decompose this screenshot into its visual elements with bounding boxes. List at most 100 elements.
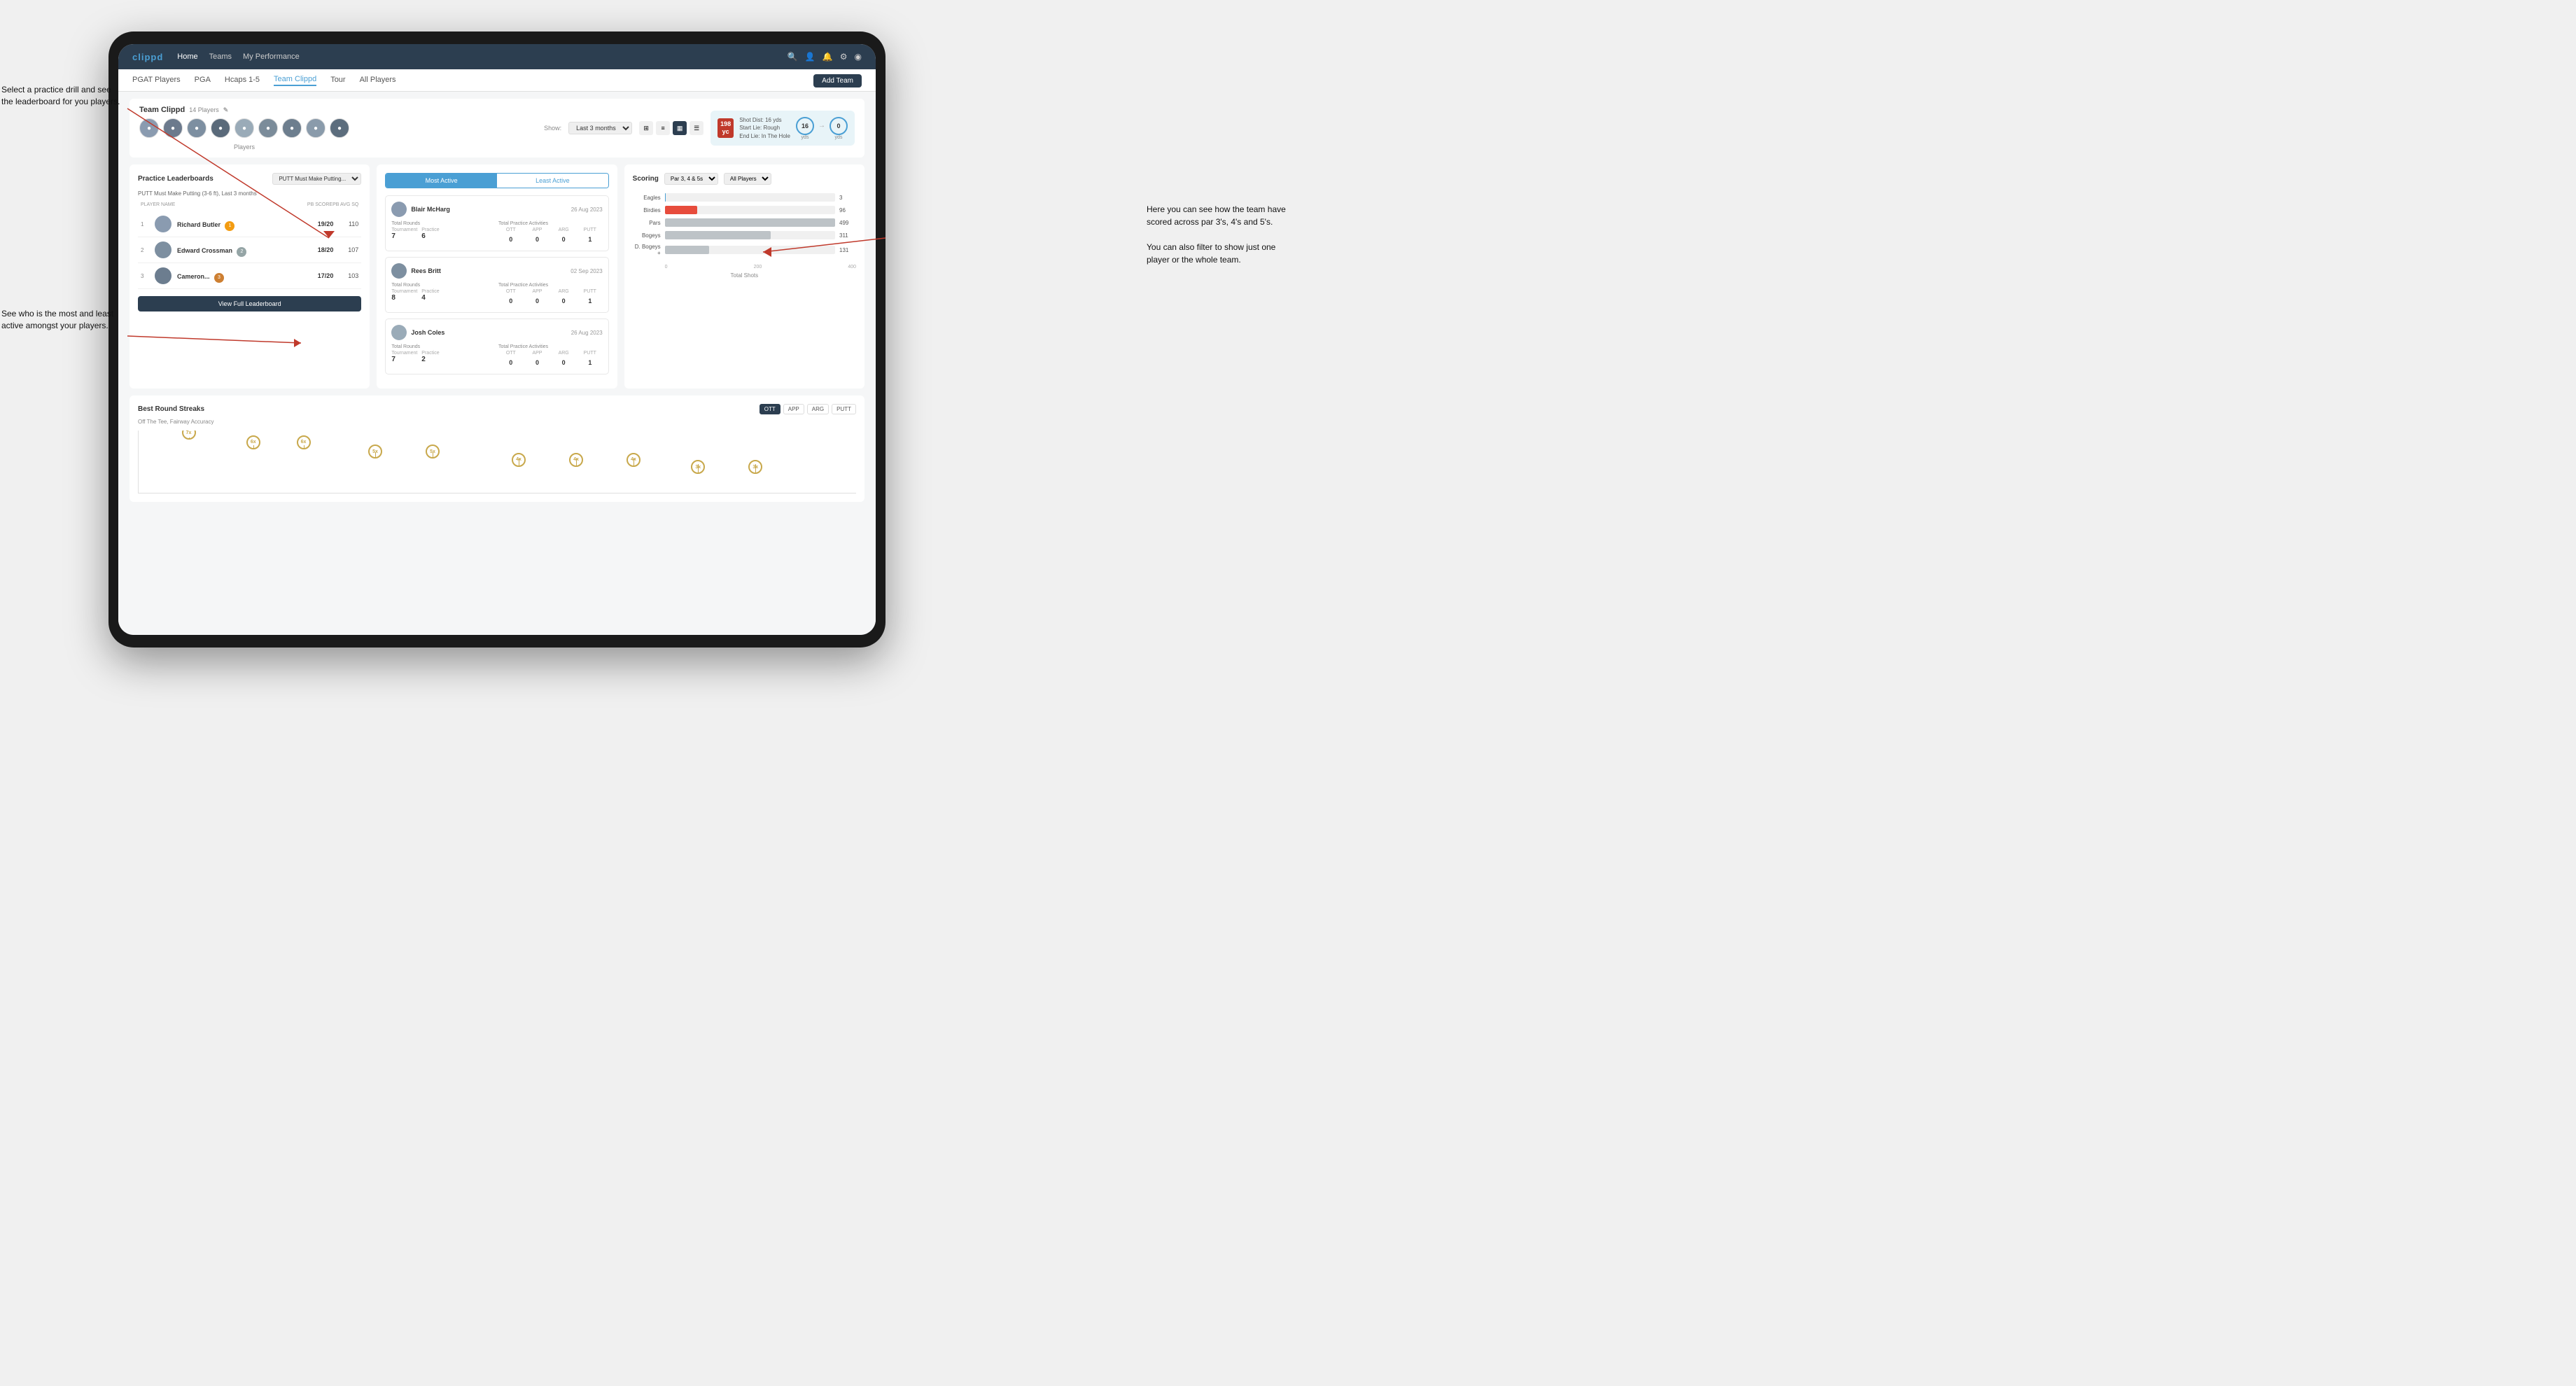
three-col-grid: Practice Leaderboards PUTT Must Make Put… — [130, 164, 864, 388]
practice-activities-group: Total Practice Activities OTT0 APP0 ARG0… — [498, 283, 603, 307]
shot-circle-2: 0 — [830, 117, 848, 135]
lb-rank-badge: 2 — [237, 247, 246, 257]
total-rounds-group: Total Rounds Tournament 7 Practice 6 — [391, 221, 496, 245]
lb-player-name: Edward Crossman — [177, 247, 232, 254]
bar-label: Eagles — [633, 195, 661, 201]
detail-view-icon[interactable]: ☰ — [690, 121, 704, 135]
scoring-filter-1[interactable]: Par 3, 4 & 5s — [664, 173, 718, 185]
activity-tabs: Most Active Least Active — [385, 173, 608, 188]
practice-sub-values: OTT0 APP0 ARG0 PUTT1 — [498, 227, 603, 245]
leaderboard-row: 3 Cameron... 3 17/20 103 — [138, 263, 361, 289]
streaks-tab-app[interactable]: APP — [783, 404, 804, 414]
streak-dot: 6x — [297, 435, 311, 449]
search-icon[interactable]: 🔍 — [788, 52, 798, 62]
activity-card-header: Josh Coles 26 Aug 2023 — [391, 325, 602, 340]
leaderboard-subtitle: PUTT Must Make Putting (3-6 ft), Last 3 … — [138, 190, 361, 197]
card-view-icon[interactable]: ▦ — [673, 121, 687, 135]
lb-score: 18/20 — [311, 246, 333, 253]
stat-values: Tournament 7 Practice 2 — [391, 351, 496, 363]
streaks-tab-putt[interactable]: PUTT — [832, 404, 856, 414]
lb-avg: 103 — [339, 272, 358, 279]
player-avatar-3[interactable]: ● — [187, 118, 206, 138]
bar-label: Bogeys — [633, 232, 661, 239]
streak-dot: 4x — [512, 453, 526, 467]
streak-dot: 5x — [426, 444, 440, 458]
scoring-panel: Scoring Par 3, 4 & 5s All Players Eagles… — [624, 164, 864, 388]
player-avatar-9[interactable]: ● — [330, 118, 349, 138]
bar-track — [665, 206, 835, 214]
list-view-icon[interactable]: ≡ — [656, 121, 670, 135]
streak-dot: 4x — [569, 453, 583, 467]
subnav-pgat[interactable]: PGAT Players — [132, 76, 181, 85]
streak-line — [375, 452, 376, 458]
player-avatar-8[interactable]: ● — [306, 118, 326, 138]
show-select[interactable]: Last 3 months Last 6 months Last year — [568, 122, 632, 134]
annotation-right-1: Here you can see how the team have score… — [1147, 203, 1287, 266]
navbar-icons: 🔍 👤 🔔 ⚙ ◉ — [788, 52, 862, 62]
player-avatar-1[interactable]: ● — [139, 118, 159, 138]
player-avatar-4[interactable]: ● — [211, 118, 230, 138]
lb-rank: 1 — [141, 221, 149, 227]
bar-track — [665, 218, 835, 227]
grid-view-icon[interactable]: ⊞ — [639, 121, 653, 135]
annotation-left-2: See who is the most and least active amo… — [1, 308, 124, 332]
bar-fill — [665, 231, 771, 239]
drill-select[interactable]: PUTT Must Make Putting... — [272, 173, 361, 185]
team-info: Team Clippd 14 Players ✎ ● ● ● ● ● ● ● ●… — [139, 106, 349, 150]
activity-cards: Blair McHarg 26 Aug 2023 Total Rounds To… — [385, 195, 608, 374]
activity-card-header: Blair McHarg 26 Aug 2023 — [391, 202, 602, 217]
tournament-value: 7 — [391, 232, 417, 240]
streaks-tabs: OTTAPPARGPUTT — [760, 404, 856, 414]
add-team-button[interactable]: Add Team — [813, 74, 862, 88]
tournament-label: Tournament — [391, 351, 417, 356]
player-avatar-6[interactable]: ● — [258, 118, 278, 138]
streaks-tab-ott[interactable]: OTT — [760, 404, 780, 414]
lb-avg: 107 — [339, 246, 358, 253]
bar-value: 499 — [839, 220, 856, 226]
activity-stats: Total Rounds Tournament 8 Practice 4 Tot… — [391, 283, 602, 307]
shot-badge: 198 yc — [718, 118, 734, 138]
subnav-team-clippd[interactable]: Team Clippd — [274, 75, 316, 86]
subnav-right: Add Team — [813, 74, 862, 88]
leaderboard-title: Practice Leaderboards — [138, 175, 214, 183]
player-avatar-5[interactable]: ● — [234, 118, 254, 138]
tab-most-active[interactable]: Most Active — [386, 174, 497, 188]
nav-my-performance[interactable]: My Performance — [243, 52, 300, 61]
user-avatar-icon[interactable]: ◉ — [855, 52, 862, 62]
practice-activities-label: Total Practice Activities — [498, 344, 603, 349]
practice-label: Practice — [421, 289, 439, 294]
activity-player-name: Rees Britt — [411, 267, 566, 274]
subnav-all-players[interactable]: All Players — [360, 76, 396, 85]
team-players-row: ● ● ● ● ● ● ● ● ● — [139, 118, 349, 138]
edit-icon[interactable]: ✎ — [223, 106, 229, 114]
scoring-filter-2[interactable]: All Players — [724, 173, 771, 185]
streak-dot: 5x — [368, 444, 382, 458]
subnav-tour[interactable]: Tour — [330, 76, 345, 85]
scoring-header: Scoring Par 3, 4 & 5s All Players — [633, 173, 856, 185]
player-avatar-7[interactable]: ● — [282, 118, 302, 138]
streak-dot: 3x — [691, 460, 705, 474]
bar-track — [665, 193, 835, 202]
leaderboard-col-headers: PLAYER NAME PB SCORE PB AVG SQ — [138, 202, 361, 207]
nav-teams[interactable]: Teams — [209, 52, 232, 61]
bell-icon[interactable]: 🔔 — [822, 52, 833, 62]
people-icon[interactable]: 👤 — [805, 52, 816, 62]
activity-card: Josh Coles 26 Aug 2023 Total Rounds Tour… — [385, 318, 608, 374]
nav-home[interactable]: Home — [177, 52, 197, 61]
lb-avatar — [155, 241, 172, 258]
lb-rank-badge: 3 — [214, 273, 224, 283]
tab-least-active[interactable]: Least Active — [497, 174, 608, 188]
subnav-hcaps[interactable]: Hcaps 1-5 — [225, 76, 260, 85]
lb-name-col: Richard Butler 1 — [177, 218, 305, 231]
player-avatar-2[interactable]: ● — [163, 118, 183, 138]
scoring-title: Scoring — [633, 175, 659, 183]
subnav-pga[interactable]: PGA — [195, 76, 211, 85]
shot-info: Shot Dist: 16 yds Start Lie: Rough End L… — [739, 116, 790, 140]
streak-dot: 3x — [748, 460, 762, 474]
view-leaderboard-button[interactable]: View Full Leaderboard — [138, 296, 361, 312]
settings-icon[interactable]: ⚙ — [840, 52, 848, 62]
lb-name-col: Edward Crossman 2 — [177, 244, 305, 257]
streaks-tab-arg[interactable]: ARG — [807, 404, 829, 414]
streaks-panel: Best Round Streaks OTTAPPARGPUTT Off The… — [130, 396, 864, 502]
lb-score: 19/20 — [311, 220, 333, 227]
